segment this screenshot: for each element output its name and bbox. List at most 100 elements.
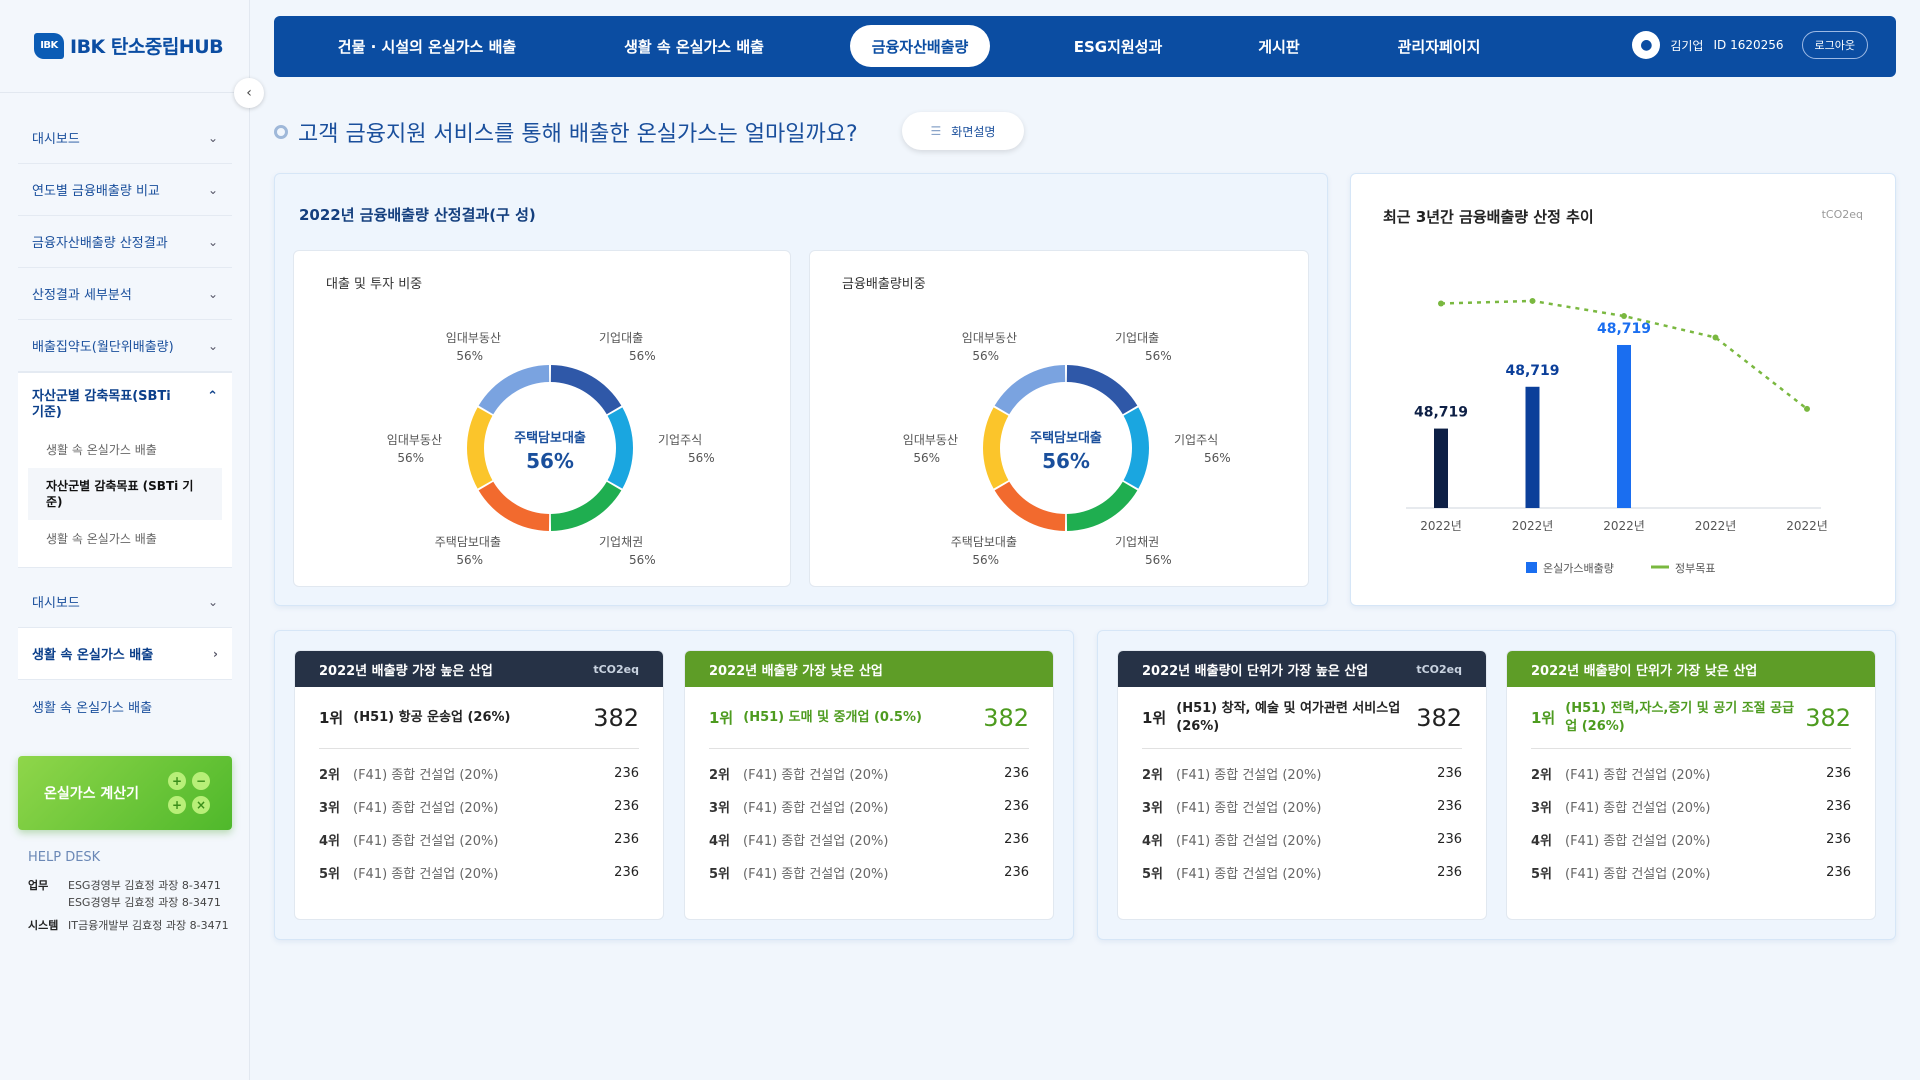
ranking-row[interactable]: 3위 (F41) 종합 건설업 (20%) 236 (1142, 790, 1462, 823)
donut-slice[interactable] (983, 407, 1009, 489)
logo[interactable]: IBK IBK 탄소중립HUB (34, 32, 224, 59)
tab-financial-emission[interactable]: 금융자산배출량 (850, 25, 990, 67)
ranking-panel: 2022년 배출량 가장 낮은 산업 1위 (H51) 도매 및 중개업 (0.… (684, 650, 1054, 920)
target-point[interactable] (1712, 334, 1719, 341)
ranking-panel: 2022년 배출량 가장 높은 산업 tCO2eq 1위 (H51) 항공 운송… (294, 650, 664, 920)
rank-number: 1위 (709, 709, 734, 727)
page-title-text: 고객 금융지원 서비스를 통해 배출한 온실가스는 얼마일까요? (298, 122, 858, 147)
calculator-button[interactable]: 온실가스 계산기 + − + × (18, 756, 232, 830)
donut-slice[interactable] (467, 407, 493, 489)
ranking-top-row[interactable]: 1위 (H51) 항공 운송업 (26%) 382 (319, 687, 639, 749)
emission-value: 236 (1437, 865, 1462, 880)
ranking-row[interactable]: 5위 (F41) 종합 건설업 (20%) 236 (1142, 856, 1462, 889)
tab-board[interactable]: 게시판 (1244, 25, 1314, 67)
ranking-top-row[interactable]: 1위 (H51) 전력,자스,증기 및 공기 조절 공급업 (26%) 382 (1531, 687, 1851, 749)
sidebar-item-life-emission-2[interactable]: 생활 속 온실가스 배출 (18, 680, 232, 732)
top-navigation: 건물 · 시설의 온실가스 배출 생활 속 온실가스 배출 금융자산배출량 ES… (274, 16, 1896, 77)
bar[interactable] (1525, 386, 1540, 508)
sidebar-group-head[interactable]: 자산군별 감축목표(SBTi 기준) ⌃ (18, 373, 232, 431)
screen-explain-button[interactable]: ☰ 화면설명 (902, 112, 1024, 150)
sidebar-item-label: 배출집약도(월단위배출량) (32, 340, 174, 355)
ranking-row[interactable]: 5위 (F41) 종합 건설업 (20%) 236 (1531, 856, 1851, 889)
donut-slice[interactable] (1123, 407, 1149, 489)
ranking-row[interactable]: 4위 (F41) 종합 건설업 (20%) 236 (319, 823, 639, 856)
sidebar-item-dashboard[interactable]: 대시보드 ⌄ (18, 112, 232, 164)
sidebar-item-calc-result[interactable]: 금융자산배출량 산정결과 ⌄ (18, 216, 232, 268)
ranking-row[interactable]: 4위 (F41) 종합 건설업 (20%) 236 (709, 823, 1029, 856)
donut-slice[interactable] (607, 407, 633, 489)
ranking-top-row[interactable]: 1위 (H51) 도매 및 중개업 (0.5%) 382 (709, 687, 1029, 749)
donut-center-label: 주택담보대출 (1030, 430, 1102, 446)
donut-slice-label: 임대부동산 (446, 331, 501, 345)
bar[interactable] (1434, 428, 1448, 508)
ranking-header: 2022년 배출량 가장 높은 산업 tCO2eq (295, 651, 663, 687)
industry-name: (F41) 종합 건설업 (20%) (1565, 867, 1711, 882)
sidebar-group-sbti: 자산군별 감축목표(SBTi 기준) ⌃ 생활 속 온실가스 배출 자산군별 감축… (18, 372, 232, 568)
tab-building-emission[interactable]: 건물 · 시설의 온실가스 배출 (334, 25, 520, 67)
sidebar-subitem[interactable]: 생활 속 온실가스 배출 (18, 431, 232, 468)
sidebar-subitem[interactable]: 생활 속 온실가스 배출 (18, 520, 232, 557)
industry-name: (F41) 종합 건설업 (20%) (353, 834, 499, 849)
ranking-row[interactable]: 3위 (F41) 종합 건설업 (20%) 236 (319, 790, 639, 823)
rank-number: 4위 (319, 834, 341, 849)
target-point[interactable] (1804, 405, 1810, 412)
sidebar-item-life-emission[interactable]: 생활 속 온실가스 배출 › (18, 628, 232, 680)
ranking-row[interactable]: 4위 (F41) 종합 건설업 (20%) 236 (1531, 823, 1851, 856)
donut-slice[interactable] (478, 481, 550, 531)
donut-slice[interactable] (550, 365, 622, 415)
rank-number: 2위 (319, 768, 341, 783)
sidebar-item-dashboard-2[interactable]: 대시보드 ⌄ (18, 576, 232, 628)
ranking-row[interactable]: 2위 (F41) 종합 건설업 (20%) 236 (319, 757, 639, 790)
x-tick-label: 2022년 (1603, 519, 1645, 533)
industry-name: (F41) 종합 건설업 (20%) (1565, 801, 1711, 816)
donut-slice-label: 임대부동산 (903, 433, 958, 447)
target-point[interactable] (1438, 300, 1444, 307)
target-point[interactable] (1529, 297, 1536, 304)
logout-button[interactable]: 로그아웃 (1801, 31, 1868, 59)
rank-number: 2위 (709, 768, 731, 783)
logo-mark-icon: IBK (34, 32, 64, 59)
chevron-right-icon: › (213, 646, 218, 661)
help-desk-title: HELP DESK (28, 850, 101, 865)
emission-value: 236 (614, 865, 639, 880)
ranking-row[interactable]: 3위 (F41) 종합 건설업 (20%) 236 (709, 790, 1029, 823)
donut-slice[interactable] (1066, 365, 1138, 415)
emission-value: 236 (614, 766, 639, 781)
help-row: ESG경영부 김효정 과장 8-3471 (68, 896, 221, 909)
donut-slice[interactable] (994, 365, 1066, 415)
sidebar-item-yearly-compare[interactable]: 연도별 금융배출량 비교 ⌄ (18, 164, 232, 216)
sidebar-item-detail-analysis[interactable]: 산정결과 세부분석 ⌄ (18, 268, 232, 320)
ranking-top-row[interactable]: 1위 (H51) 창작, 예술 및 여가관련 서비스업 (26%) 382 (1142, 687, 1462, 749)
rank-number: 5위 (319, 867, 341, 882)
sidebar-subitem-active[interactable]: 자산군별 감축목표 (SBTi 기준) (28, 468, 222, 520)
logo-text: IBK 탄소중립HUB (70, 36, 224, 58)
donut-slice[interactable] (1066, 481, 1138, 531)
ranking-row[interactable]: 2위 (F41) 종합 건설업 (20%) 236 (709, 757, 1029, 790)
ranking-row[interactable]: 5위 (F41) 종합 건설업 (20%) 236 (319, 856, 639, 889)
ranking-row[interactable]: 3위 (F41) 종합 건설업 (20%) 236 (1531, 790, 1851, 823)
tab-life-emission[interactable]: 생활 속 온실가스 배출 (614, 25, 774, 67)
sidebar-item-intensity[interactable]: 배출집약도(월단위배출량) ⌄ (18, 320, 232, 372)
target-point[interactable] (1621, 313, 1627, 320)
rank-number: 4위 (1531, 834, 1553, 849)
ranking-row[interactable]: 4위 (F41) 종합 건설업 (20%) 236 (1142, 823, 1462, 856)
donut-slice[interactable] (550, 481, 622, 531)
donut-slice[interactable] (478, 365, 550, 415)
emission-value: 236 (614, 832, 639, 847)
ranking-title: 2022년 배출량이 단위가 가장 낮은 산업 (1531, 663, 1758, 679)
tab-admin[interactable]: 관리자페이지 (1384, 25, 1494, 67)
ranking-row[interactable]: 5위 (F41) 종합 건설업 (20%) 236 (709, 856, 1029, 889)
rank-number: 1위 (1142, 709, 1167, 727)
ranking-row[interactable]: 2위 (F41) 종합 건설업 (20%) 236 (1142, 757, 1462, 790)
user-avatar-icon[interactable]: ● (1632, 31, 1661, 59)
tab-esg-performance[interactable]: ESG지원성과 (1058, 25, 1178, 67)
rank-number: 3위 (1142, 801, 1164, 816)
rank-number: 2위 (1142, 768, 1164, 783)
sidebar-collapse-button[interactable]: ‹ (234, 78, 264, 108)
ranking-row[interactable]: 2위 (F41) 종합 건설업 (20%) 236 (1531, 757, 1851, 790)
bar[interactable] (1617, 344, 1631, 508)
donut-center-label: 주택담보대출 (514, 430, 586, 446)
rank-number: 4위 (1142, 834, 1164, 849)
page-title: 고객 금융지원 서비스를 통해 배출한 온실가스는 얼마일까요? (274, 116, 858, 148)
donut-slice[interactable] (994, 481, 1066, 531)
